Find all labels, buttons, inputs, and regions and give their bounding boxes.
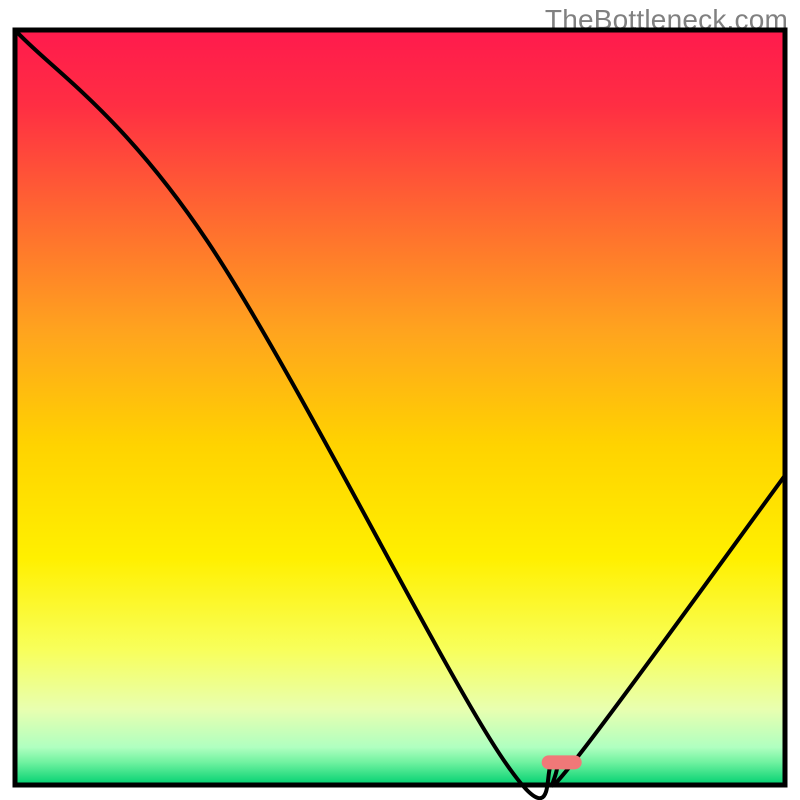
chart-container: TheBottleneck.com [0,0,800,800]
bottleneck-chart [0,0,800,800]
optimal-marker [542,755,582,769]
